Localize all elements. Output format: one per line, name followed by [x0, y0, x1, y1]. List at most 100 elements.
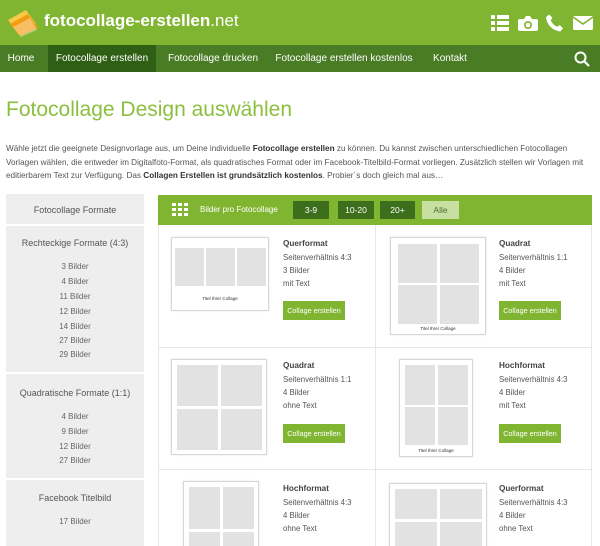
create-collage-button[interactable]: Collage erstellen: [283, 424, 345, 443]
grid-divider: [159, 347, 591, 348]
grid-icon[interactable]: [491, 12, 509, 34]
template-grid: Titel Ihrer Collage Querformat Seitenver…: [158, 225, 592, 546]
mail-icon[interactable]: [573, 12, 593, 34]
sidebar-item-rect-12[interactable]: 12 Bilder: [6, 307, 144, 316]
sidebar-divider: [6, 478, 144, 480]
thumbnail-caption: Titel Ihrer Collage: [202, 296, 238, 301]
sidebar-group-rechteckig[interactable]: Rechteckige Formate (4:3): [6, 238, 144, 248]
sidebar-item-sq-9[interactable]: 9 Bilder: [6, 427, 144, 436]
sidebar-item-sq-4[interactable]: 4 Bilder: [6, 412, 144, 421]
filter-button-3-9[interactable]: 3-9: [293, 201, 329, 219]
card-ratio: Seitenverhältnis 4:3: [283, 253, 352, 262]
card-ratio: Seitenverhältnis 1:1: [499, 253, 568, 262]
phone-icon[interactable]: [546, 12, 563, 34]
photo-placeholder: [206, 248, 235, 286]
photo-placeholder: [440, 285, 479, 324]
sidebar-item-rect-14[interactable]: 14 Bilder: [6, 322, 144, 331]
sidebar-item-rect-29[interactable]: 29 Bilder: [6, 350, 144, 359]
photo-placeholder: [175, 248, 204, 286]
card-title: Querformat: [283, 239, 328, 248]
create-collage-button[interactable]: Collage erstellen: [283, 301, 345, 320]
photo-placeholder: [189, 532, 220, 546]
photo-placeholder: [405, 365, 435, 405]
filter-label: Bilder pro Fotocollage: [200, 205, 278, 214]
card-count: 4 Bilder: [283, 388, 310, 397]
template-thumbnail[interactable]: [183, 481, 259, 546]
photo-placeholder: [177, 409, 218, 450]
card-ratio: Seitenverhältnis 4:3: [499, 375, 568, 384]
sidebar-item-rect-27[interactable]: 27 Bilder: [6, 336, 144, 345]
sidebar-item-sq-12[interactable]: 12 Bilder: [6, 442, 144, 451]
card-title: Hochformat: [283, 484, 329, 493]
photo-placeholder: [440, 244, 479, 283]
create-collage-button[interactable]: Collage erstellen: [499, 424, 561, 443]
logo-icon[interactable]: [6, 8, 40, 38]
template-thumbnail[interactable]: Titel Ihrer Collage: [399, 359, 473, 457]
nav-item-home[interactable]: Home: [0, 45, 42, 72]
photo-placeholder: [440, 522, 482, 546]
card-text-option: mit Text: [499, 401, 526, 410]
template-thumbnail[interactable]: Titel Ihrer Collage: [390, 237, 486, 335]
logo-text-main: fotocollage-erstellen: [44, 11, 211, 30]
card-ratio: Seitenverhältnis 4:3: [499, 498, 568, 507]
sidebar-item-fb-17[interactable]: 17 Bilder: [6, 517, 144, 526]
card-count: 3 Bilder: [283, 266, 310, 275]
card-title: Quadrat: [499, 239, 531, 248]
nav-item-fotocollage-kostenlos[interactable]: Fotocollage erstellen kostenlos: [270, 45, 418, 72]
intro-bold-2: Collagen Erstellen ist grundsätzlich kos…: [143, 171, 323, 180]
sidebar-group-quadratisch[interactable]: Quadratische Formate (1:1): [6, 388, 144, 398]
intro-part-3: . Probier´s doch gleich mal aus…: [322, 171, 444, 180]
card-count: 4 Bilder: [499, 388, 526, 397]
sidebar-item-rect-11[interactable]: 11 Bilder: [6, 292, 144, 301]
sidebar-item-sq-27[interactable]: 27 Bilder: [6, 456, 144, 465]
card-text-option: ohne Text: [283, 524, 317, 533]
filter-button-20-plus[interactable]: 20+: [380, 201, 415, 219]
card-text-option: mit Text: [499, 279, 526, 288]
nav-item-fotocollage-erstellen[interactable]: Fotocollage erstellen: [48, 45, 156, 72]
photo-placeholder: [221, 409, 262, 450]
sidebar-divider: [6, 372, 144, 374]
card-count: 4 Bilder: [499, 511, 526, 520]
nav-item-kontakt[interactable]: Kontakt: [424, 45, 476, 72]
nav-item-fotocollage-drucken[interactable]: Fotocollage drucken: [161, 45, 265, 72]
logo-text[interactable]: fotocollage-erstellen.net: [44, 11, 239, 31]
sidebar-group-facebook[interactable]: Facebook Titelbild: [6, 493, 144, 503]
grid-icon: [172, 203, 188, 216]
filter-button-10-20[interactable]: 10-20: [338, 201, 374, 219]
template-thumbnail[interactable]: [171, 359, 267, 455]
thumbnail-caption: Titel Ihrer Collage: [418, 448, 454, 453]
card-count: 4 Bilder: [499, 266, 526, 275]
photo-placeholder: [440, 489, 482, 519]
template-thumbnail[interactable]: [389, 483, 487, 546]
photo-placeholder: [177, 365, 218, 406]
template-thumbnail[interactable]: Titel Ihrer Collage: [171, 237, 269, 311]
card-title: Quadrat: [283, 361, 315, 370]
photo-placeholder: [398, 244, 437, 283]
filter-button-alle[interactable]: Alle: [422, 201, 459, 219]
grid-divider: [159, 469, 591, 470]
sidebar-divider: [6, 224, 144, 226]
page-title: Fotocollage Design auswählen: [6, 98, 293, 121]
intro-text: Wähle jetzt die geeignete Designvorlage …: [6, 142, 594, 183]
card-text-option: ohne Text: [283, 401, 317, 410]
site-header: fotocollage-erstellen.net: [0, 0, 600, 45]
main-nav: Home Fotocollage erstellen Fotocollage d…: [0, 45, 600, 72]
thumbnail-caption: Titel Ihrer Collage: [420, 326, 456, 331]
photo-placeholder: [221, 365, 262, 406]
intro-bold-1: Fotocollage erstellen: [252, 144, 335, 153]
photo-placeholder: [189, 487, 220, 529]
camera-icon[interactable]: [518, 12, 538, 34]
card-text-option: mit Text: [283, 279, 310, 288]
photo-placeholder: [237, 248, 266, 286]
search-icon[interactable]: [574, 51, 590, 67]
photo-placeholder: [438, 407, 468, 445]
photo-placeholder: [405, 407, 435, 445]
card-count: 4 Bilder: [283, 511, 310, 520]
photo-placeholder: [395, 522, 437, 546]
create-collage-button[interactable]: Collage erstellen: [499, 301, 561, 320]
photo-placeholder: [223, 532, 254, 546]
sidebar-heading: Fotocollage Formate: [33, 205, 117, 215]
sidebar-item-rect-3[interactable]: 3 Bilder: [6, 262, 144, 271]
sidebar-item-rect-4[interactable]: 4 Bilder: [6, 277, 144, 286]
logo-text-suffix: .net: [210, 11, 239, 30]
